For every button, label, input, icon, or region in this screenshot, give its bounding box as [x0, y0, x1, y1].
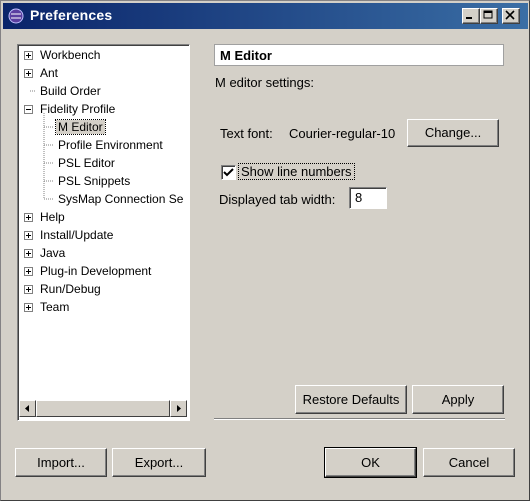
- preferences-tree[interactable]: Workbench Ant Build Order Fidelity Profile M…: [17, 44, 190, 421]
- change-font-button[interactable]: Change...: [407, 119, 499, 147]
- ok-button[interactable]: OK: [324, 447, 417, 478]
- window-title: Preferences: [30, 7, 113, 23]
- tree-connector-lines: [30, 90, 54, 200]
- page-separator: [214, 418, 505, 420]
- restore-defaults-button[interactable]: Restore Defaults: [295, 385, 407, 414]
- tab-width-label: Displayed tab width:: [219, 192, 336, 207]
- text-font-label: Text font:: [220, 126, 273, 141]
- scroll-right-button[interactable]: [170, 400, 187, 417]
- checkmark-icon: [223, 168, 234, 177]
- close-button[interactable]: [502, 8, 520, 24]
- text-font-value: Courier-regular-10: [289, 126, 396, 141]
- show-line-numbers-checkbox[interactable]: [221, 165, 236, 180]
- maximize-icon: [483, 10, 493, 19]
- import-button[interactable]: Import...: [15, 448, 107, 477]
- preferences-window: Preferences Workbench Ant Build Order Fidel…: [0, 0, 530, 501]
- page-description: M editor settings:: [215, 75, 314, 90]
- minimize-icon: [466, 17, 472, 19]
- app-icon: [8, 8, 24, 24]
- horizontal-scrollbar[interactable]: [19, 400, 187, 417]
- export-button[interactable]: Export...: [112, 448, 206, 477]
- page-title: M Editor: [214, 44, 504, 66]
- apply-button[interactable]: Apply: [412, 385, 504, 414]
- scroll-thumb[interactable]: [36, 400, 170, 417]
- cancel-button[interactable]: Cancel: [423, 448, 515, 477]
- title-bar[interactable]: Preferences: [3, 3, 528, 29]
- maximize-button[interactable]: [480, 8, 498, 24]
- arrow-left-icon: [25, 405, 29, 412]
- show-line-numbers-label[interactable]: Show line numbers: [238, 163, 355, 180]
- scroll-left-button[interactable]: [19, 400, 36, 417]
- minimize-button[interactable]: [462, 8, 480, 24]
- tab-width-input[interactable]: 8: [349, 187, 387, 209]
- close-icon: [505, 10, 515, 20]
- arrow-right-icon: [177, 405, 181, 412]
